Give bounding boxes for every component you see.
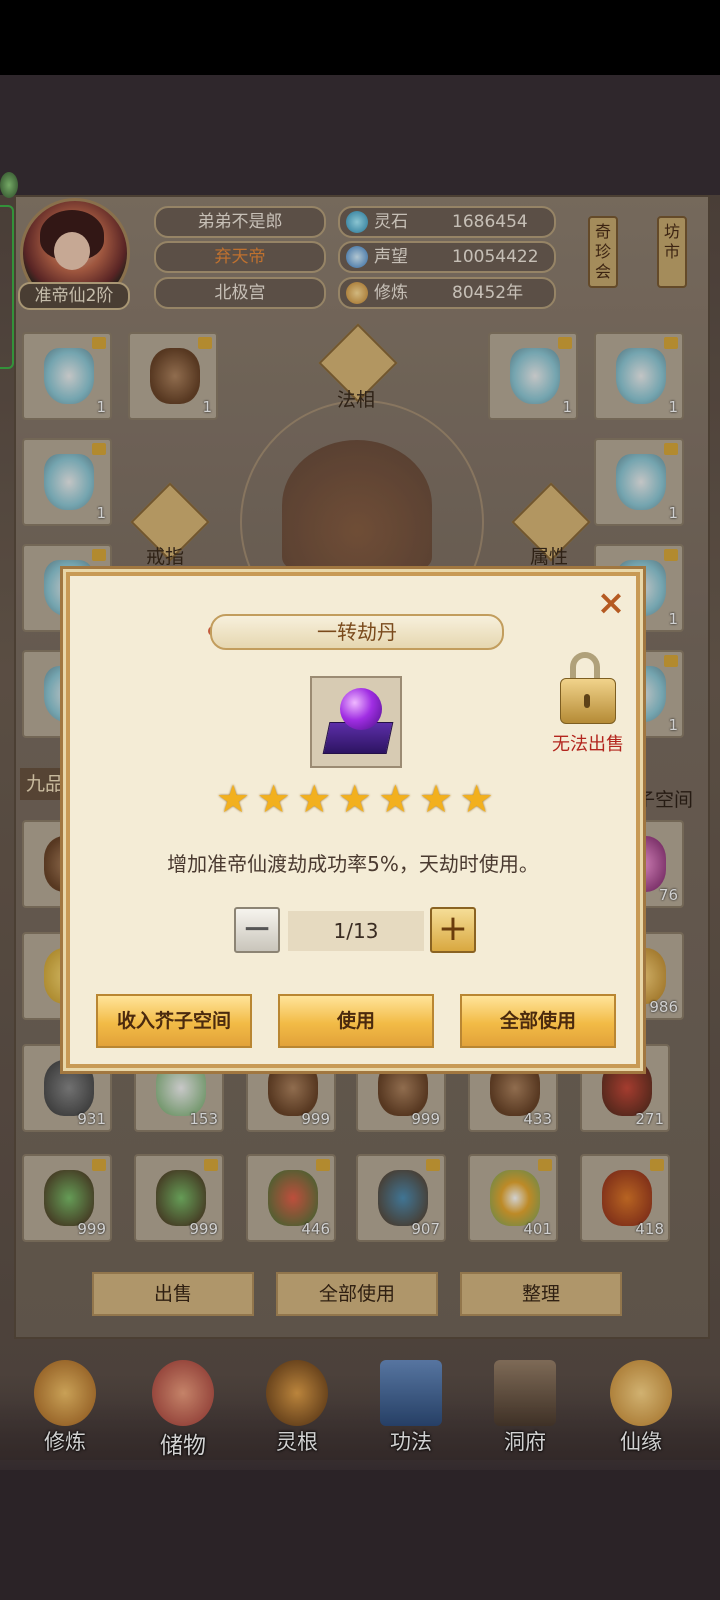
star-icon: ★	[378, 777, 413, 821]
star-icon: ★	[418, 777, 454, 821]
star-icon: ★	[256, 777, 291, 821]
pill-orb-icon	[340, 688, 382, 730]
decrease-button[interactable]: −	[234, 907, 280, 953]
use-all-modal-button[interactable]: 全部使用	[460, 994, 616, 1048]
lock-icon	[560, 652, 616, 724]
use-button[interactable]: 使用	[278, 994, 434, 1048]
close-button[interactable]: ×	[594, 586, 628, 620]
item-title: 一转劫丹	[210, 614, 504, 650]
star-icon: ★	[459, 777, 494, 821]
store-in-space-button[interactable]: 收入芥子空间	[96, 994, 252, 1048]
status-bar	[0, 0, 720, 75]
system-nav-bar	[0, 1470, 720, 1600]
star-icon: ★	[216, 777, 251, 821]
increase-button[interactable]: +	[430, 907, 476, 953]
star-icon: ★	[297, 777, 332, 821]
item-detail-dialog: 一转劫丹 × 无法出售 ★ ★ ★ ★ ★ ★ ★ 增加准帝仙渡劫成功率5%，天劫时使用。 …	[66, 572, 640, 1068]
item-description: 增加准帝仙渡劫成功率5%，天劫时使用。	[167, 852, 539, 876]
item-icon-frame	[310, 676, 402, 768]
quantity-field[interactable]: 1/13	[288, 911, 424, 951]
no-sell-label: 无法出售	[552, 734, 624, 755]
star-rating: ★ ★ ★ ★ ★ ★ ★	[216, 777, 506, 821]
star-icon: ★	[337, 777, 372, 821]
